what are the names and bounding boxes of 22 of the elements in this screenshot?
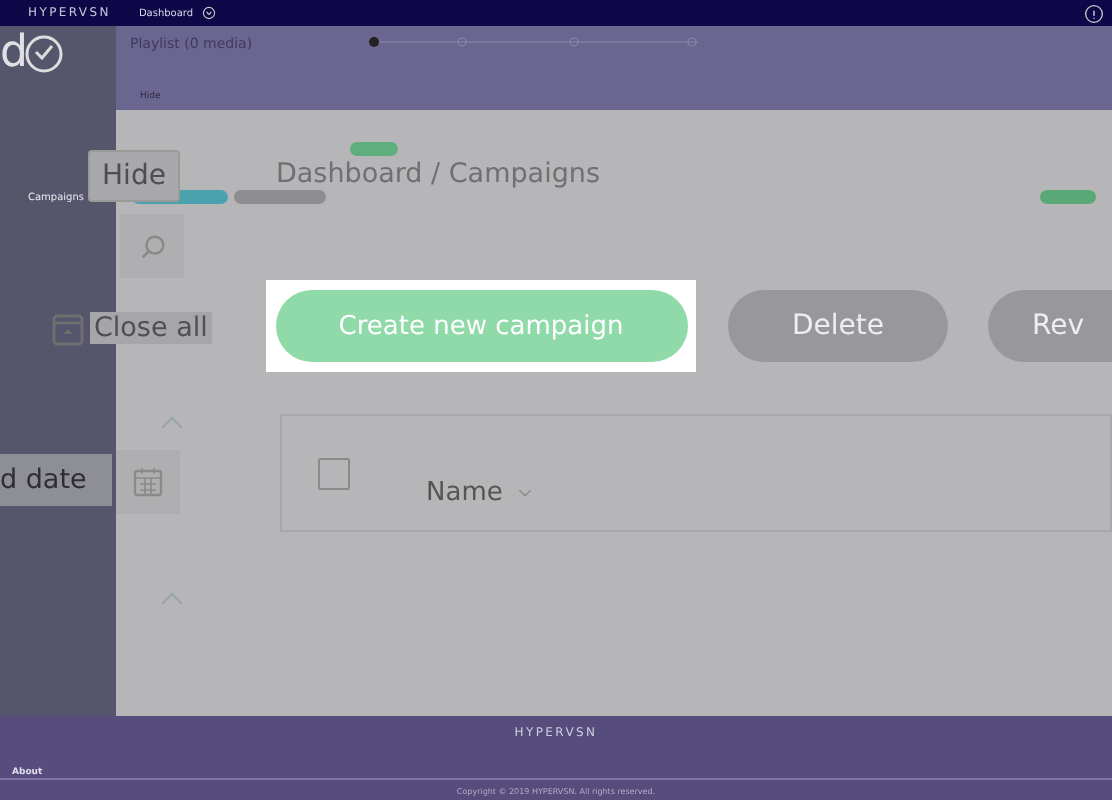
action-button[interactable] [1040,190,1096,204]
chevron-down-icon[interactable] [518,488,533,498]
calendar-icon [132,466,164,498]
date-field[interactable]: d date [0,454,112,506]
help-icon[interactable] [1084,3,1104,23]
breadcrumb: Dashboard / Campaigns [276,160,600,190]
select-all-checkbox[interactable] [318,457,350,489]
window-icon[interactable] [52,314,84,346]
search-icon [137,231,167,261]
heading-fragment: d [0,26,28,82]
calendar-button[interactable] [116,450,180,514]
close-all-link[interactable]: Close all [90,312,212,344]
badge [350,142,398,156]
action-button[interactable]: Delete [728,290,948,362]
action-button[interactable]: Rev [988,290,1112,362]
hide-button[interactable]: Hide [88,150,180,202]
chevron-up-icon[interactable] [160,590,184,606]
chevron-up-icon[interactable] [160,414,184,430]
action-button[interactable] [234,190,326,204]
column-header[interactable]: Name [426,478,503,508]
chevron-icon[interactable] [201,6,216,20]
search-button[interactable] [120,214,184,278]
